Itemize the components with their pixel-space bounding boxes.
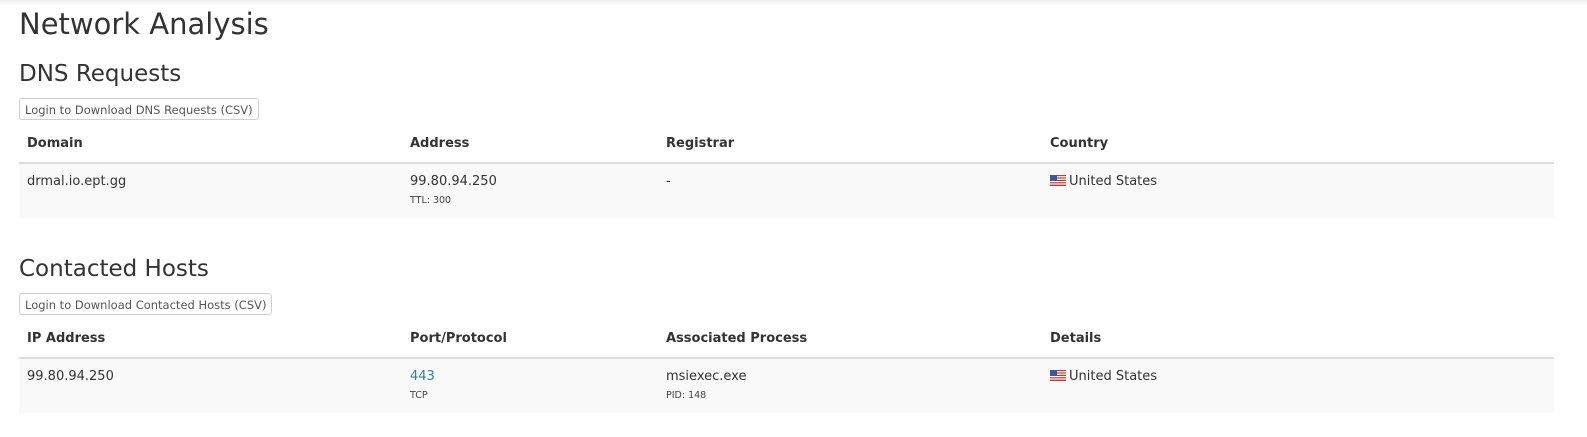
process-value: msiexec.exe [666, 369, 747, 384]
column-header-address: Address [402, 124, 658, 164]
pid-value: PID: 148 [666, 390, 707, 401]
address-cell: 99.80.94.250 TTL: 300 [402, 163, 658, 218]
column-header-country: Country [1042, 124, 1554, 164]
us-flag-icon [1050, 370, 1066, 381]
port-link[interactable]: 443 [410, 369, 435, 384]
protocol-value: TCP [410, 390, 428, 401]
registrar-value: - [666, 174, 671, 189]
table-row: drmal.io.ept.gg 99.80.94.250 TTL: 300 - [19, 163, 1554, 218]
country-value: United States [1069, 174, 1158, 189]
download-hosts-button[interactable]: Login to Download Contacted Hosts (CSV) [19, 293, 273, 315]
column-header-domain: Domain [19, 124, 402, 164]
column-header-details: Details [1042, 319, 1554, 359]
download-dns-button[interactable]: Login to Download DNS Requests (CSV) [19, 98, 259, 120]
table-row: 99.80.94.250 443 TCP msiexec.exe PID: 14… [19, 358, 1554, 413]
dns-requests-table: Domain Address Registrar Country drmal.i… [19, 124, 1554, 218]
country-cell: United States [1042, 163, 1554, 218]
hosts-header-row: IP Address Port/Protocol Associated Proc… [19, 319, 1554, 359]
domain-value: drmal.io.ept.gg [27, 174, 127, 189]
contacted-hosts-table: IP Address Port/Protocol Associated Proc… [19, 319, 1554, 413]
ttl-value: TTL: 300 [410, 195, 452, 206]
page-title: Network Analysis [19, 7, 269, 41]
top-shadow [0, 0, 1587, 6]
ip-value: 99.80.94.250 [27, 369, 114, 384]
ip-cell: 99.80.94.250 [19, 358, 402, 413]
details-country-value: United States [1069, 369, 1158, 384]
contacted-hosts-heading: Contacted Hosts [19, 256, 209, 282]
process-cell: msiexec.exe PID: 148 [658, 358, 1042, 413]
column-header-port-protocol: Port/Protocol [402, 319, 658, 359]
dns-requests-heading: DNS Requests [19, 61, 182, 87]
port-cell: 443 TCP [402, 358, 658, 413]
dns-header-row: Domain Address Registrar Country [19, 124, 1554, 164]
registrar-cell: - [658, 163, 1042, 218]
domain-cell: drmal.io.ept.gg [19, 163, 402, 218]
column-header-associated-process: Associated Process [658, 319, 1042, 359]
details-cell: United States [1042, 358, 1554, 413]
column-header-ip-address: IP Address [19, 319, 402, 359]
address-value: 99.80.94.250 [410, 174, 497, 189]
column-header-registrar: Registrar [658, 124, 1042, 164]
us-flag-icon [1050, 175, 1066, 186]
